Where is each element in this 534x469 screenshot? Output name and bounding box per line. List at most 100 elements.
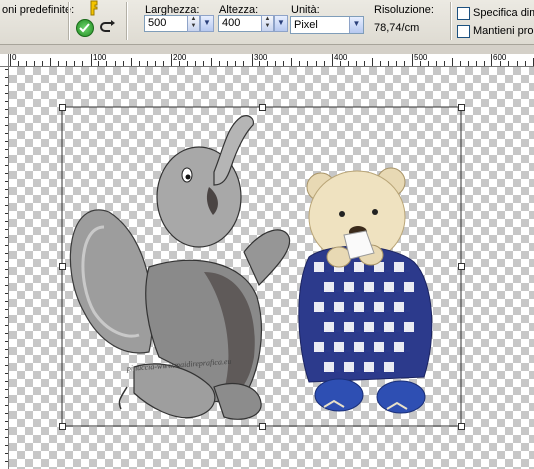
ruler-minor-tick [122,61,124,66]
ruler-major-tick [491,54,492,66]
ruler-minor-tick [162,61,164,66]
ruler-minor-tick [347,61,349,66]
ruler-minor-tick [267,61,269,66]
ruler-minor-tick [468,61,470,66]
ruler-major-tick [252,54,253,66]
ruler-minor-tick [500,61,502,66]
ruler-label-400: 400 [334,53,348,62]
ruler-minor-tick [428,61,430,66]
ruler-minor-tick [5,229,8,230]
ruler-minor-tick [106,61,108,66]
resize-handle-top-left[interactable] [59,104,66,111]
vertical-ruler[interactable] [0,66,9,469]
height-input[interactable]: 400 [218,15,262,32]
specify-size-checkbox[interactable] [457,7,470,20]
ruler-minor-tick [5,77,8,78]
chevron-down-icon[interactable]: ▼ [349,17,363,33]
image-canvas[interactable]: pinuccia-www.maidireprafica.eu [9,67,534,469]
height-dropdown[interactable]: ▼ [274,15,288,32]
ruler-minor-tick [5,453,8,454]
separator [68,2,70,40]
ruler-minor-tick [114,61,116,66]
ruler-minor-tick [363,61,365,66]
ruler-minor-tick [5,437,8,438]
ruler-minor-tick [5,261,8,262]
ruler-minor-tick [5,181,8,182]
options-toolbar: oni predefinite: Larghezza: 500 ▲ ▼ ▼ Alt… [0,0,534,45]
width-input[interactable]: 500 [144,15,188,32]
ruler-minor-tick [5,149,8,150]
ruler-major-tick [332,54,333,66]
presets-key-icon[interactable] [84,0,106,16]
resize-handle-bottom[interactable] [259,423,266,430]
width-spinner[interactable]: ▲ ▼ [187,15,200,32]
ruler-major-tick [171,54,172,66]
ruler-minor-tick [355,61,357,66]
height-spinner[interactable]: ▲ ▼ [261,15,274,32]
ruler-minor-tick [516,61,518,66]
ruler-minor-tick [138,61,140,66]
ruler-minor-tick [5,461,8,462]
ruler-minor-tick [82,61,84,66]
ruler-label-0: 0 [12,53,17,62]
ruler-minor-tick [5,349,8,350]
ruler-minor-tick [18,61,20,66]
ruler-minor-tick [202,61,204,66]
resize-handle-right[interactable] [458,263,465,270]
ruler-minor-tick [130,58,132,66]
units-select[interactable]: Pixel ▼ [290,16,364,34]
resize-handle-top[interactable] [259,104,266,111]
accept-check-icon[interactable] [76,19,94,37]
ruler-minor-tick [98,61,100,66]
ruler-corner [0,54,9,67]
ruler-minor-tick [5,141,8,142]
presets-label: oni predefinite: [2,4,75,16]
resize-handle-bottom-left[interactable] [59,423,66,430]
ruler-minor-tick [5,445,8,446]
ruler-minor-tick [42,61,44,66]
maintain-proportions-checkbox[interactable] [457,25,470,38]
ruler-minor-tick [34,61,36,66]
ruler-minor-tick [339,61,341,66]
ruler-minor-tick [275,61,277,66]
ruler-minor-tick [5,101,8,102]
ruler-minor-tick [484,61,486,66]
resize-handle-bottom-right[interactable] [458,423,465,430]
toolbar-gap [0,45,534,54]
ruler-minor-tick [5,93,8,94]
ruler-label-100: 100 [93,53,107,62]
separator [126,2,128,40]
ruler-minor-tick [5,277,8,278]
ruler-minor-tick [5,205,8,206]
ruler-minor-tick [219,61,221,66]
horizontal-ruler[interactable]: 0 100 200 300 400 500 600 [0,54,534,67]
ruler-minor-tick [5,125,8,126]
ruler-minor-tick [194,61,196,66]
ruler-minor-tick [323,61,325,66]
units-value: Pixel [294,19,318,31]
reset-arrow-icon[interactable] [100,20,116,34]
ruler-major-tick [412,54,413,66]
ruler-minor-tick [5,325,8,326]
ruler-minor-tick [235,61,237,66]
ruler-minor-tick [154,61,156,66]
ruler-minor-tick [5,333,8,334]
teddy-bear-image [298,167,433,414]
ruler-minor-tick [5,69,8,70]
ruler-minor-tick [371,58,373,66]
ruler-minor-tick [5,309,8,310]
ruler-minor-tick [5,269,8,270]
ruler-minor-tick [5,301,8,302]
width-dropdown[interactable]: ▼ [200,15,214,32]
specify-size-label: Specifica dimer [473,7,534,19]
resize-handle-left[interactable] [59,263,66,270]
units-label: Unità: [291,4,320,16]
ruler-minor-tick [5,341,8,342]
ruler-minor-tick [5,133,8,134]
ruler-minor-tick [5,317,8,318]
ruler-minor-tick [524,61,526,66]
ruler-minor-tick [5,293,8,294]
elephant-image: pinuccia-www.maidireprafica.eu [69,115,291,420]
ruler-minor-tick [186,61,188,66]
resize-handle-top-right[interactable] [458,104,465,111]
